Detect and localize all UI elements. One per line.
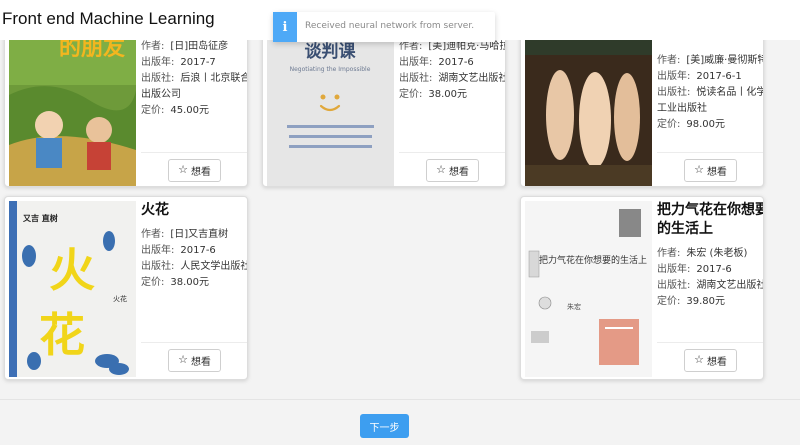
- cover-author-text: 朱宏: [567, 302, 581, 311]
- published-value: 2017-6: [438, 57, 474, 68]
- published-value: 2017-6-1: [696, 71, 742, 82]
- want-to-read-button[interactable]: ☆ 想看: [426, 159, 479, 182]
- book-info-1: 作者: [日]田岛征彦 出版年: 2017-7 出版社: 后浪丨北京联合出版公司 定价…: [141, 39, 247, 119]
- book-info-5: 把力气花在你想要的生活上 作者: 朱宏 (朱老板) 出版年: 2017-6 出版社:…: [657, 201, 764, 310]
- book-title[interactable]: 把力气花在你想要的生活上: [657, 201, 763, 239]
- price-row: 定价: 98.00元: [657, 119, 726, 130]
- author-row: 作者: [日]又吉直树: [141, 229, 229, 240]
- price-row: 定价: 45.00元: [141, 105, 210, 116]
- author-row: 作者: 朱宏 (朱老板): [657, 248, 748, 259]
- toast-message: Received neural network from server.: [305, 21, 475, 31]
- price-value: 38.00元: [428, 89, 468, 100]
- price-value: 45.00元: [170, 105, 210, 116]
- cover-title-glyph-2: 花: [39, 308, 85, 362]
- toast-notification[interactable]: i Received neural network from server.: [273, 12, 495, 42]
- cover-subtitle-text: Negotiating the Impossible: [290, 66, 371, 73]
- book-title[interactable]: 火花: [141, 201, 247, 220]
- book-info-3: 作者: [美]威廉·曼彻斯特 出版年: 2017-6-1 出版社: 悦读名品丨化学工业…: [657, 53, 764, 133]
- publisher-row: 出版社: 悦读名品丨化学工业出版社: [657, 85, 763, 117]
- footer-divider: [0, 399, 800, 400]
- card-divider: [141, 342, 247, 343]
- book-card-3: 作者: [美]威廉·曼彻斯特 出版年: 2017-6-1 出版社: 悦读名品丨化学工业…: [520, 20, 764, 187]
- want-to-read-button[interactable]: ☆ 想看: [684, 159, 737, 182]
- author-value: [日]田岛征彦: [170, 41, 229, 52]
- book-card-1: 的朋友 作者: [日]田岛征彦 出版年: 2017-7 出版社: 后浪丨北京联合出版公…: [4, 20, 248, 187]
- book-card-2: 谈判课 Negotiating the Impossible 作者: [美]迪帕克…: [262, 20, 506, 187]
- cover-title-text: 把力气花在你想要的生活上: [539, 254, 647, 266]
- app-title: Front end Machine Learning: [2, 9, 215, 28]
- star-outline-icon: ☆: [694, 164, 704, 176]
- star-outline-icon: ☆: [178, 164, 188, 176]
- next-step-button[interactable]: 下一步: [360, 414, 409, 438]
- published-value: 2017-6: [696, 264, 732, 275]
- publisher-row: 出版社: 湖南文艺出版社: [399, 71, 506, 87]
- info-icon: i: [273, 12, 297, 42]
- book-cover-3[interactable]: [525, 25, 652, 186]
- publisher-row: 出版社: 后浪丨北京联合出版公司: [141, 71, 247, 103]
- published-row: 出版年: 2017-7: [141, 57, 216, 68]
- cover-title-glyph-1: 火: [49, 243, 95, 297]
- star-outline-icon: ☆: [178, 354, 188, 366]
- author-value: 朱宏 (朱老板): [686, 248, 748, 259]
- want-to-read-button[interactable]: ☆ 想看: [168, 349, 221, 372]
- price-value: 39.80元: [686, 296, 726, 307]
- price-value: 98.00元: [686, 119, 726, 130]
- publisher-row: 出版社: 湖南文艺出版社: [657, 278, 764, 294]
- published-row: 出版年: 2017-6: [399, 57, 474, 68]
- publisher-value: 湖南文艺出版社: [696, 280, 764, 291]
- price-row: 定价: 38.00元: [141, 277, 210, 288]
- book-card-4: 又吉 直树 火 花 火花 火花 作者: [日]又吉直树 出版年: 2017-6 出版…: [4, 196, 248, 380]
- cover-title-text: 谈判课: [305, 41, 357, 62]
- card-divider: [399, 152, 505, 153]
- author-value: [日]又吉直树: [170, 229, 229, 240]
- published-value: 2017-7: [180, 57, 216, 68]
- published-value: 2017-6: [180, 245, 216, 256]
- book-card-5: 把力气花在你想要的生活上 朱宏 把力气花在你想要的生活上 作者: 朱宏 (朱老板)…: [520, 196, 764, 380]
- book-cover-4[interactable]: 又吉 直树 火 花 火花: [9, 201, 136, 377]
- publisher-value: 人民文学出版社: [180, 261, 248, 272]
- book-cover-2[interactable]: 谈判课 Negotiating the Impossible: [267, 25, 394, 186]
- price-row: 定价: 38.00元: [399, 89, 468, 100]
- author-value: [美]迪帕克·马哈拉: [428, 41, 506, 52]
- price-row: 定价: 39.80元: [657, 296, 726, 307]
- published-row: 出版年: 2017-6: [141, 245, 216, 256]
- book-info-2: 作者: [美]迪帕克·马哈拉 出版年: 2017-6 出版社: 湖南文艺出版社 定价:…: [399, 39, 506, 103]
- price-value: 38.00元: [170, 277, 210, 288]
- star-outline-icon: ☆: [436, 164, 446, 176]
- author-row: 作者: [美]威廉·曼彻斯特: [657, 53, 764, 69]
- card-divider: [141, 152, 247, 153]
- want-to-read-button[interactable]: ☆ 想看: [684, 349, 737, 372]
- author-row: 作者: [日]田岛征彦: [141, 41, 229, 52]
- card-divider: [657, 342, 763, 343]
- cover-label-text: 火花: [113, 294, 127, 303]
- author-value: [美]威廉·曼彻斯特: [686, 55, 764, 66]
- published-row: 出版年: 2017-6: [657, 264, 732, 275]
- publisher-row: 出版社: 人民文学出版社: [141, 259, 248, 275]
- star-outline-icon: ☆: [694, 354, 704, 366]
- card-divider: [657, 152, 763, 153]
- published-row: 出版年: 2017-6-1: [657, 71, 742, 82]
- cover-author-text: 又吉 直树: [22, 213, 58, 223]
- book-cover-5[interactable]: 把力气花在你想要的生活上 朱宏: [525, 201, 652, 377]
- want-to-read-button[interactable]: ☆ 想看: [168, 159, 221, 182]
- book-info-4: 火花 作者: [日]又吉直树 出版年: 2017-6 出版社: 人民文学出版社 定价:…: [141, 201, 248, 291]
- book-cover-1[interactable]: 的朋友: [9, 25, 136, 186]
- publisher-value: 湖南文艺出版社: [438, 73, 506, 84]
